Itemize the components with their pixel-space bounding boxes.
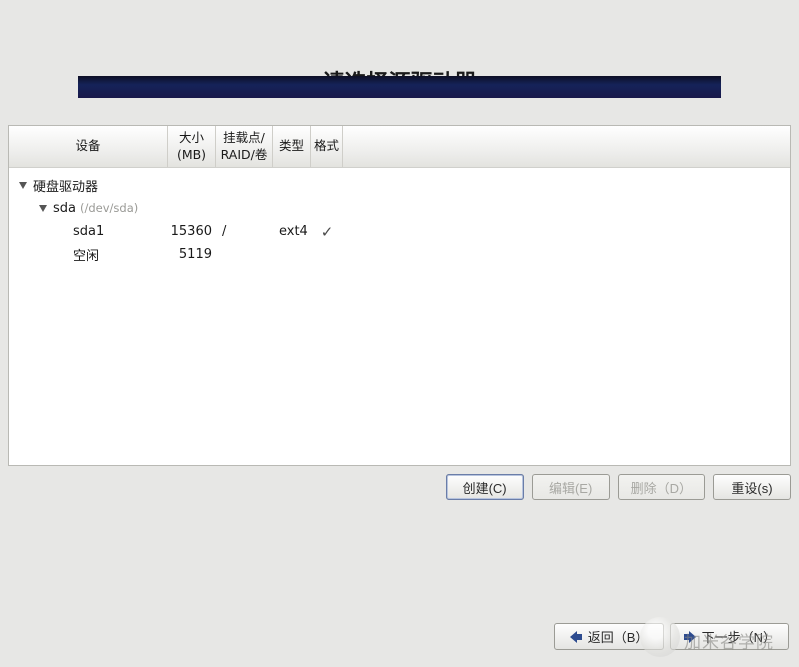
- table-row[interactable]: sda1 15360 / ext4 ✓: [9, 220, 790, 243]
- checkmark-icon: ✓: [321, 223, 334, 241]
- nav-buttons: 返回（B） 下一步（N）: [554, 623, 789, 650]
- col-type-label: 类型: [279, 138, 304, 154]
- back-button[interactable]: 返回（B）: [554, 623, 664, 650]
- action-buttons: 创建(C) 编辑(E) 删除（D） 重设(s): [8, 474, 791, 500]
- col-type[interactable]: 类型: [273, 126, 311, 167]
- part-name: sda1: [73, 224, 104, 239]
- col-device-label: 设备: [75, 138, 100, 154]
- col-mount[interactable]: 挂载点/ RAID/卷: [216, 126, 273, 167]
- arrow-left-icon: [569, 630, 583, 644]
- col-size-l1: 大小: [179, 130, 204, 146]
- col-device[interactable]: 设备: [9, 126, 168, 167]
- create-button[interactable]: 创建(C): [446, 474, 524, 500]
- col-mount-l1: 挂载点/: [223, 130, 265, 146]
- part-size: 5119: [168, 247, 216, 262]
- delete-button: 删除（D）: [618, 474, 705, 500]
- back-label: 返回（B）: [588, 627, 649, 646]
- edit-button: 编辑(E): [532, 474, 610, 500]
- top-banner: [78, 76, 721, 98]
- part-size: 15360: [168, 224, 216, 239]
- part-name: 空闲: [73, 245, 99, 264]
- expander-icon[interactable]: [17, 180, 29, 192]
- disk-label: sda: [53, 201, 76, 216]
- reset-button[interactable]: 重设(s): [713, 474, 791, 500]
- col-size[interactable]: 大小 (MB): [168, 126, 216, 167]
- col-format-label: 格式: [314, 138, 339, 154]
- col-size-l2: (MB): [177, 147, 206, 163]
- tree-disk-row[interactable]: sda (/dev/sda): [9, 197, 790, 220]
- drive-tree[interactable]: 硬盘驱动器 sda (/dev/sda) sda1 15360 / ext4 ✓…: [9, 168, 790, 465]
- col-mount-l2: RAID/卷: [221, 147, 268, 163]
- col-format[interactable]: 格式: [311, 126, 343, 167]
- part-type: ext4: [273, 224, 311, 239]
- next-button[interactable]: 下一步（N）: [670, 623, 789, 650]
- arrow-right-icon: [683, 630, 697, 644]
- drive-panel: 设备 大小 (MB) 挂载点/ RAID/卷 类型 格式 硬盘驱动器: [8, 125, 791, 466]
- disk-path: (/dev/sda): [80, 201, 138, 215]
- col-rest: [343, 126, 790, 167]
- part-mount: /: [216, 224, 273, 239]
- tree-root-label: 硬盘驱动器: [33, 176, 98, 195]
- tree-root-row[interactable]: 硬盘驱动器: [9, 174, 790, 197]
- table-header: 设备 大小 (MB) 挂载点/ RAID/卷 类型 格式: [9, 126, 790, 168]
- table-row[interactable]: 空闲 5119: [9, 243, 790, 266]
- expander-icon[interactable]: [37, 203, 49, 215]
- next-label: 下一步（N）: [702, 627, 776, 646]
